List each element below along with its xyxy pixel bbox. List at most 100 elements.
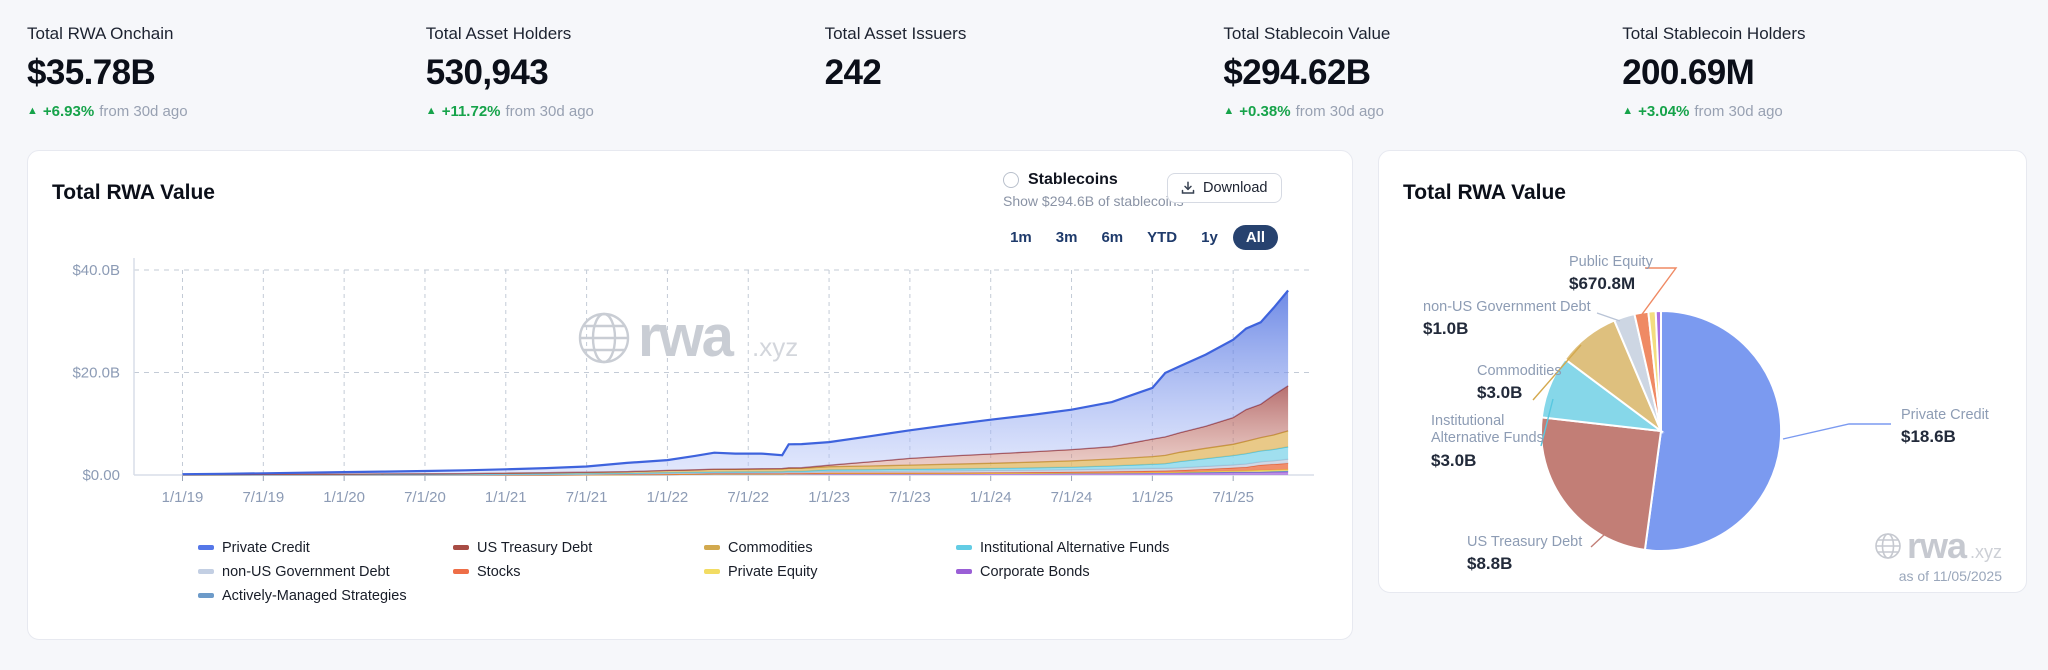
stat-change-pct: +6.93% — [43, 103, 94, 120]
legend-label: US Treasury Debt — [477, 540, 592, 556]
area-card-title: Total RWA Value — [52, 181, 215, 205]
y-tick-label: $0.00 — [82, 467, 120, 484]
pie-watermark: rwa .xyz as of 11/05/2025 — [1873, 525, 2002, 584]
legend-column: Institutional Alternative Funds Corporate… — [956, 539, 1334, 604]
y-tick-label: $40.0B — [72, 262, 120, 279]
legend-swatch — [198, 593, 214, 598]
legend-swatch — [956, 569, 972, 574]
legend-item-private-equity[interactable]: Private Equity — [704, 563, 956, 580]
watermark-tld: .xyz — [1970, 542, 2002, 567]
stat-change: ▲ +3.04% from 30d ago — [1622, 103, 2021, 120]
legend-swatch — [704, 569, 720, 574]
legend-label: Commodities — [728, 540, 813, 556]
pie-label-commodities: Commodities $3.0B — [1477, 363, 1562, 404]
legend-label: non-US Government Debt — [222, 564, 390, 580]
legend-swatch — [198, 569, 214, 574]
stat-label: Total Asset Holders — [426, 24, 825, 44]
x-tick-label: 7/1/24 — [1051, 489, 1093, 506]
callout-non-us-gov — [1597, 313, 1620, 321]
up-arrow-icon: ▲ — [1622, 106, 1633, 117]
legend-item-non-us-government-debt[interactable]: non-US Government Debt — [198, 563, 453, 580]
x-tick-label: 1/1/20 — [323, 489, 365, 506]
legend-item-corporate-bonds[interactable]: Corporate Bonds — [956, 563, 1334, 580]
pie-slice-private-credit[interactable] — [1645, 311, 1781, 551]
legend-swatch — [453, 545, 469, 550]
watermark-tld: .xyz — [752, 332, 798, 362]
stat-change-suffix: from 30d ago — [506, 103, 594, 120]
download-button[interactable]: Download — [1167, 173, 1282, 203]
up-arrow-icon: ▲ — [27, 106, 38, 117]
legend-swatch — [704, 545, 720, 550]
pie-label-private-credit: Private Credit $18.6B — [1901, 407, 1989, 448]
stat-change-pct: +11.72% — [442, 103, 501, 120]
stat-change: ▲ +11.72% from 30d ago — [426, 103, 825, 120]
stat-change-suffix: from 30d ago — [1296, 103, 1384, 120]
watermark-brand: rwa — [1907, 525, 1966, 567]
up-arrow-icon: ▲ — [1223, 106, 1234, 117]
legend-item-stocks[interactable]: Stocks — [453, 563, 704, 580]
legend-item-us-treasury-debt[interactable]: US Treasury Debt — [453, 539, 704, 556]
legend-label: Institutional Alternative Funds — [980, 540, 1169, 556]
x-tick-label: 1/1/24 — [970, 489, 1012, 506]
x-tick-label: 7/1/21 — [566, 489, 608, 506]
x-tick-label: 7/1/20 — [404, 489, 446, 506]
pie-label-institutional-alt-funds: Institutional Alternative Funds $3.0B — [1431, 413, 1565, 471]
watermark-brand: rwa — [638, 304, 735, 369]
total-rwa-value-pie-card: Total RWA Value Public Equity $670.8M no… — [1378, 150, 2027, 593]
legend-swatch — [198, 545, 214, 550]
stat-change: ▲ +0.38% from 30d ago — [1223, 103, 1622, 120]
x-tick-label: 1/1/25 — [1131, 489, 1173, 506]
stat-total-stablecoin-value: Total Stablecoin Value $294.62B ▲ +0.38%… — [1223, 24, 1622, 120]
pie-label-us-treasury-debt: US Treasury Debt $8.8B — [1467, 534, 1582, 575]
stat-label: Total RWA Onchain — [27, 24, 426, 44]
x-tick-label: 1/1/22 — [647, 489, 689, 506]
legend-item-institutional-alternative-funds[interactable]: Institutional Alternative Funds — [956, 539, 1334, 556]
stat-change-pct: +3.04% — [1638, 103, 1689, 120]
stat-change-suffix: from 30d ago — [99, 103, 187, 120]
stat-change: ▲ +6.93% from 30d ago — [27, 103, 426, 120]
legend-item-actively-managed-strategies[interactable]: Actively-Managed Strategies — [198, 587, 453, 604]
area-chart[interactable]: $0.00 $20.0B $40.0B 1/1/19 7/1/19 1/1/20 7/1/2… — [48, 246, 1334, 516]
stats-row: Total RWA Onchain $35.78B ▲ +6.93% from … — [27, 24, 2021, 120]
download-label: Download — [1203, 180, 1268, 196]
pie-label-non-us-gov-debt: non-US Government Debt $1.0B — [1423, 299, 1591, 340]
stat-label: Total Stablecoin Value — [1223, 24, 1622, 44]
legend-column: Commodities Private Equity — [704, 539, 956, 604]
stablecoins-label[interactable]: Stablecoins — [1028, 171, 1118, 189]
legend-column: Private Credit non-US Government Debt Acti… — [198, 539, 453, 604]
stat-change-suffix: from 30d ago — [1694, 103, 1782, 120]
stat-change-pct: +0.38% — [1239, 103, 1290, 120]
x-tick-label: 7/1/23 — [889, 489, 931, 506]
legend-swatch — [453, 569, 469, 574]
stat-total-asset-holders: Total Asset Holders 530,943 ▲ +11.72% fr… — [426, 24, 825, 120]
legend-column: US Treasury Debt Stocks — [453, 539, 704, 604]
legend-label: Corporate Bonds — [980, 564, 1090, 580]
cards-row: Total RWA Value Stablecoins Show $294.6B… — [27, 150, 2027, 640]
x-tick-label: 7/1/19 — [242, 489, 284, 506]
callout-private-credit — [1783, 424, 1891, 439]
pie-label-public-equity: Public Equity $670.8M — [1569, 254, 1653, 295]
stablecoins-checkbox[interactable] — [1003, 172, 1019, 188]
legend-item-commodities[interactable]: Commodities — [704, 539, 956, 556]
globe-icon — [1873, 531, 1903, 561]
stat-value: 242 — [825, 53, 1224, 93]
legend-label: Private Equity — [728, 564, 817, 580]
stat-value: $294.62B — [1223, 53, 1622, 93]
stat-label: Total Asset Issuers — [825, 24, 1224, 44]
stat-total-stablecoin-holders: Total Stablecoin Holders 200.69M ▲ +3.04… — [1622, 24, 2021, 120]
stat-value: $35.78B — [27, 53, 426, 93]
stat-total-asset-issuers: Total Asset Issuers 242 — [825, 24, 1224, 120]
x-tick-label: 1/1/21 — [485, 489, 527, 506]
legend-item-private-credit[interactable]: Private Credit — [198, 539, 453, 556]
x-tick-label: 7/1/25 — [1212, 489, 1254, 506]
as-of-date: as of 11/05/2025 — [1873, 568, 2002, 584]
download-icon — [1181, 181, 1195, 195]
area-chart-legend: Private Credit non-US Government Debt Acti… — [48, 539, 1334, 604]
y-tick-label: $20.0B — [72, 365, 120, 382]
x-tick-label: 1/1/23 — [808, 489, 850, 506]
legend-label: Actively-Managed Strategies — [222, 588, 407, 604]
legend-swatch — [956, 545, 972, 550]
x-tick-label: 1/1/19 — [162, 489, 204, 506]
stat-value: 530,943 — [426, 53, 825, 93]
area-chart-wrap: $0.00 $20.0B $40.0B 1/1/19 7/1/19 1/1/20 7/1/2… — [48, 246, 1334, 516]
